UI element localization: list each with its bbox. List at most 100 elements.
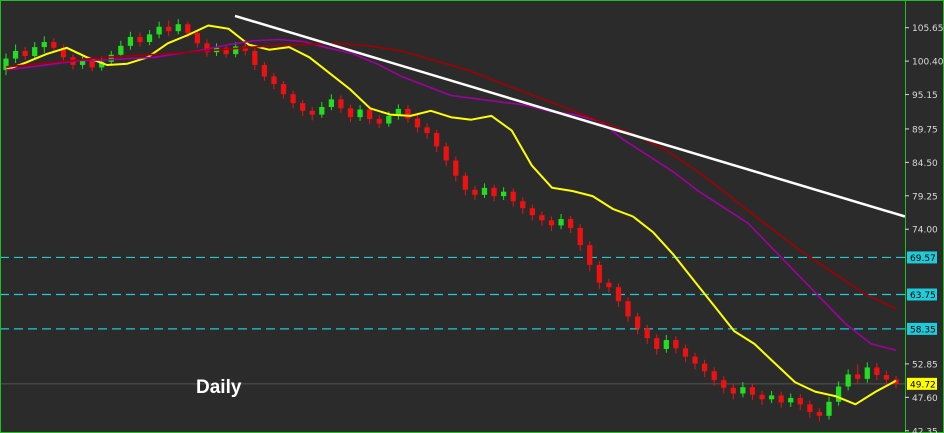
candle-body-17	[166, 26, 172, 32]
y-tick-label-3: 89.75	[912, 125, 938, 135]
candle-body-35	[338, 99, 344, 109]
candle-body-15	[146, 34, 153, 43]
candle-body-73	[701, 363, 708, 372]
candle-body-4	[41, 42, 47, 48]
candle-body-85	[816, 411, 823, 416]
candle-body-63	[606, 282, 612, 288]
candle-body-92	[883, 375, 890, 380]
y-tick-label-6: 74.00	[912, 226, 938, 236]
candle-body-48	[462, 175, 468, 190]
candlestick-chart: 105.65 100.40 95.15 89.75 84.50 79.25 74.00 52.…	[0, 0, 944, 433]
candle-body-51	[491, 187, 497, 197]
candle-body-36	[347, 108, 354, 118]
candle-body-1	[12, 50, 19, 59]
current-price-label: 49.72	[910, 380, 936, 390]
y-tick-label-1: 100.40	[912, 58, 944, 68]
candle-body-37	[357, 109, 363, 118]
candle-body-28	[271, 76, 277, 85]
candle-body-56	[539, 215, 545, 221]
candle-body-11	[108, 54, 114, 62]
candle-body-42	[405, 108, 411, 119]
candle-body-12	[118, 45, 124, 55]
candle-body-31	[300, 103, 306, 111]
candle-body-44	[424, 127, 430, 134]
candle-body-43	[414, 118, 421, 128]
candle-body-74	[711, 371, 717, 381]
candle-body-62	[596, 264, 602, 283]
candle-body-67	[644, 328, 650, 339]
candle-body-57	[548, 220, 555, 226]
candle-body-75	[721, 380, 727, 388]
y-tick-label-9: 52.85	[912, 360, 938, 370]
candle-body-91	[874, 367, 880, 376]
level-label-1: 63.75	[910, 291, 936, 301]
candle-body-76	[730, 387, 736, 394]
candle-body-88	[845, 374, 851, 387]
candle-body-13	[127, 36, 134, 46]
candle-body-19	[185, 24, 191, 34]
y-tick-label-0: 105.65	[912, 24, 944, 34]
y-tick-label-5: 79.25	[912, 192, 938, 202]
current-price-label: 49.72	[907, 377, 937, 390]
candle-body-79	[759, 394, 765, 400]
candle-body-2	[22, 50, 28, 57]
candle-body-39	[376, 119, 382, 124]
candle-body-32	[309, 110, 315, 115]
y-tick-label-10: 47.60	[912, 394, 938, 404]
candle-body-66	[634, 316, 641, 329]
candle-body-78	[749, 387, 756, 395]
y-tick-label-2: 95.15	[912, 91, 938, 101]
candle-body-30	[290, 94, 296, 104]
candle-body-46	[443, 146, 449, 161]
candle-body-50	[481, 187, 488, 195]
candle-body-70	[673, 340, 679, 349]
candle-body-77	[740, 387, 746, 394]
candle-body-16	[156, 26, 162, 35]
candle-body-27	[261, 64, 268, 77]
candle-body-87	[835, 386, 842, 402]
candle-body-71	[682, 348, 689, 357]
candle-body-5	[51, 42, 57, 48]
candle-body-9	[89, 60, 95, 68]
candle-body-61	[587, 245, 593, 265]
candle-body-20	[194, 33, 201, 44]
candle-body-49	[472, 189, 478, 195]
candle-body-18	[175, 24, 181, 32]
candle-body-82	[788, 397, 794, 403]
candle-body-64	[615, 287, 622, 302]
candle-body-45	[434, 133, 440, 147]
y-tick-label-11: 42.35	[912, 427, 938, 433]
candle-body-38	[367, 109, 373, 120]
candle-body-47	[453, 160, 459, 176]
candle-body-40	[386, 115, 392, 124]
candle-body-68	[654, 338, 660, 349]
candle-body-60	[577, 227, 583, 246]
chart-canvas: 105.65 100.40 95.15 89.75 84.50 79.25 74.00 52.…	[0, 0, 944, 433]
level-label-0: 69.57	[910, 254, 936, 264]
timeframe-label[interactable]: Daily	[196, 377, 242, 398]
candle-body-52	[501, 191, 507, 197]
candle-body-81	[778, 395, 784, 403]
candle-body-83	[797, 397, 803, 405]
candle-body-90	[864, 367, 870, 379]
candle-body-58	[558, 219, 564, 226]
candle-body-14	[137, 36, 143, 43]
candle-body-29	[280, 84, 287, 95]
candle-body-65	[625, 301, 631, 317]
candle-body-59	[567, 219, 574, 228]
y-tick-label-4: 84.50	[912, 159, 938, 169]
candle-body-80	[768, 395, 775, 400]
candle-body-89	[855, 374, 861, 379]
candle-body-33	[319, 106, 325, 115]
candle-body-53	[510, 191, 516, 202]
candle-body-72	[692, 356, 698, 364]
candle-body-26	[252, 50, 258, 65]
candle-body-34	[328, 99, 335, 107]
candle-body-55	[529, 208, 535, 216]
candle-body-3	[32, 47, 38, 57]
candle-body-69	[663, 340, 669, 349]
candle-body-84	[807, 404, 813, 412]
candle-body-86	[826, 401, 832, 416]
level-label-2: 58.35	[910, 325, 936, 335]
candle-body-54	[520, 201, 526, 209]
